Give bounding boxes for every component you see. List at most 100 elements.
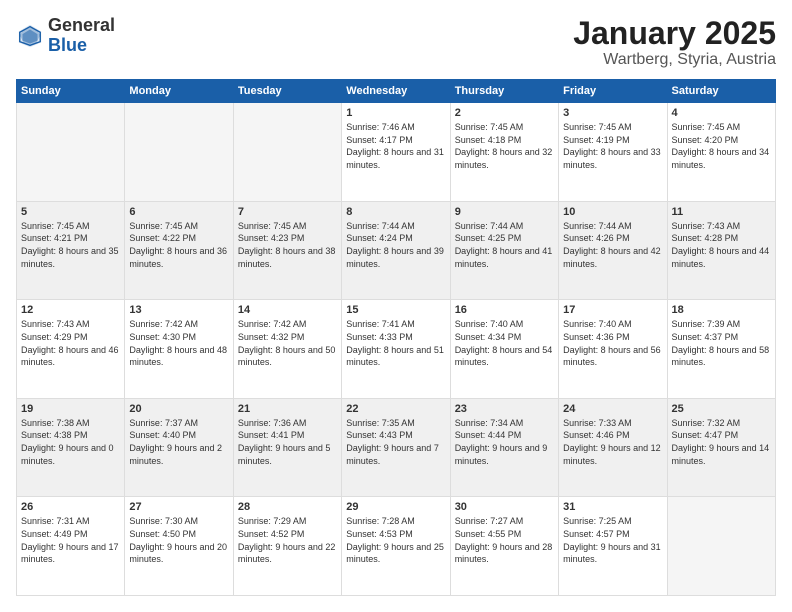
logo: General Blue: [16, 16, 115, 56]
table-row: 18 Sunrise: 7:39 AM Sunset: 4:37 PM Dayli…: [667, 300, 775, 399]
table-row: 19Sunrise: 7:38 AM Sunset: 4:38 PM Dayli…: [17, 398, 125, 497]
day-info: Sunrise: 7:27 AM Sunset: 4:55 PM Dayligh…: [455, 515, 554, 565]
day-info: Sunrise: 7:40 AM Sunset: 4:36 PM Dayligh…: [563, 318, 662, 368]
day-number: 27: [129, 501, 228, 513]
table-row: 7 Sunrise: 7:45 AM Sunset: 4:23 PM Daylig…: [233, 201, 341, 300]
table-row: 13Sunrise: 7:42 AM Sunset: 4:30 PM Dayli…: [125, 300, 233, 399]
day-info: Sunrise: 7:42 AM Sunset: 4:32 PM Dayligh…: [238, 318, 337, 368]
table-row: [17, 103, 125, 202]
header-tuesday: Tuesday: [233, 80, 341, 103]
day-info: Sunrise: 7:31 AM Sunset: 4:49 PM Dayligh…: [21, 515, 120, 565]
day-info: Sunrise: 7:44 AM Sunset: 4:24 PM Dayligh…: [346, 220, 445, 270]
day-number: 10: [563, 206, 662, 218]
header-friday: Friday: [559, 80, 667, 103]
table-row: 3Sunrise: 7:45 AM Sunset: 4:19 PM Daylig…: [559, 103, 667, 202]
day-number: 16: [455, 304, 554, 316]
table-row: 20 Sunrise: 7:37 AM Sunset: 4:40 PM Dayli…: [125, 398, 233, 497]
table-row: 14Sunrise: 7:42 AM Sunset: 4:32 PM Dayli…: [233, 300, 341, 399]
table-row: 31 Sunrise: 7:25 AM Sunset: 4:57 PM Dayli…: [559, 497, 667, 596]
table-row: 5 Sunrise: 7:45 AM Sunset: 4:21 PM Daylig…: [17, 201, 125, 300]
header-thursday: Thursday: [450, 80, 558, 103]
day-info: Sunrise: 7:25 AM Sunset: 4:57 PM Dayligh…: [563, 515, 662, 565]
day-number: 24: [563, 403, 662, 415]
day-number: 29: [346, 501, 445, 513]
table-row: [667, 497, 775, 596]
day-number: 23: [455, 403, 554, 415]
header-sunday: Sunday: [17, 80, 125, 103]
day-number: 4: [672, 107, 771, 119]
day-info: Sunrise: 7:45 AM Sunset: 4:23 PM Dayligh…: [238, 220, 337, 270]
day-number: 7: [238, 206, 337, 218]
calendar-week-row: 1 Sunrise: 7:46 AM Sunset: 4:17 PM Daylig…: [17, 103, 776, 202]
table-row: 11 Sunrise: 7:43 AM Sunset: 4:28 PM Dayli…: [667, 201, 775, 300]
day-number: 19: [21, 403, 120, 415]
day-number: 30: [455, 501, 554, 513]
table-row: 26 Sunrise: 7:31 AM Sunset: 4:49 PM Dayli…: [17, 497, 125, 596]
day-info: Sunrise: 7:37 AM Sunset: 4:40 PM Dayligh…: [129, 417, 228, 467]
logo-text: General Blue: [48, 16, 115, 56]
calendar-week-row: 5 Sunrise: 7:45 AM Sunset: 4:21 PM Daylig…: [17, 201, 776, 300]
table-row: 25Sunrise: 7:32 AM Sunset: 4:47 PM Dayli…: [667, 398, 775, 497]
table-row: 27 Sunrise: 7:30 AM Sunset: 4:50 PM Dayli…: [125, 497, 233, 596]
table-row: [233, 103, 341, 202]
logo-general: General: [48, 16, 115, 36]
day-number: 20: [129, 403, 228, 415]
header-monday: Monday: [125, 80, 233, 103]
day-info: Sunrise: 7:45 AM Sunset: 4:18 PM Dayligh…: [455, 121, 554, 171]
page: General Blue January 2025 Wartberg, Styr…: [0, 0, 792, 612]
day-info: Sunrise: 7:45 AM Sunset: 4:20 PM Dayligh…: [672, 121, 771, 171]
table-row: 30 Sunrise: 7:27 AM Sunset: 4:55 PM Dayli…: [450, 497, 558, 596]
day-info: Sunrise: 7:40 AM Sunset: 4:34 PM Dayligh…: [455, 318, 554, 368]
logo-blue: Blue: [48, 36, 115, 56]
table-row: 6Sunrise: 7:45 AM Sunset: 4:22 PM Daylig…: [125, 201, 233, 300]
day-number: 5: [21, 206, 120, 218]
header-saturday: Saturday: [667, 80, 775, 103]
day-info: Sunrise: 7:43 AM Sunset: 4:29 PM Dayligh…: [21, 318, 120, 368]
table-row: 17 Sunrise: 7:40 AM Sunset: 4:36 PM Dayli…: [559, 300, 667, 399]
day-info: Sunrise: 7:39 AM Sunset: 4:37 PM Dayligh…: [672, 318, 771, 368]
location-title: Wartberg, Styria, Austria: [573, 51, 776, 69]
day-info: Sunrise: 7:33 AM Sunset: 4:46 PM Dayligh…: [563, 417, 662, 467]
table-row: 24 Sunrise: 7:33 AM Sunset: 4:46 PM Dayli…: [559, 398, 667, 497]
calendar-header-row: Sunday Monday Tuesday Wednesday Thursday…: [17, 80, 776, 103]
day-info: Sunrise: 7:43 AM Sunset: 4:28 PM Dayligh…: [672, 220, 771, 270]
day-number: 31: [563, 501, 662, 513]
day-number: 1: [346, 107, 445, 119]
table-row: 4 Sunrise: 7:45 AM Sunset: 4:20 PM Daylig…: [667, 103, 775, 202]
logo-icon: [16, 22, 44, 50]
table-row: 12 Sunrise: 7:43 AM Sunset: 4:29 PM Dayli…: [17, 300, 125, 399]
title-block: January 2025 Wartberg, Styria, Austria: [573, 16, 776, 69]
day-info: Sunrise: 7:36 AM Sunset: 4:41 PM Dayligh…: [238, 417, 337, 467]
day-info: Sunrise: 7:30 AM Sunset: 4:50 PM Dayligh…: [129, 515, 228, 565]
day-info: Sunrise: 7:41 AM Sunset: 4:33 PM Dayligh…: [346, 318, 445, 368]
header: General Blue January 2025 Wartberg, Styr…: [16, 16, 776, 69]
day-number: 12: [21, 304, 120, 316]
day-info: Sunrise: 7:45 AM Sunset: 4:22 PM Dayligh…: [129, 220, 228, 270]
day-number: 2: [455, 107, 554, 119]
table-row: 16 Sunrise: 7:40 AM Sunset: 4:34 PM Dayli…: [450, 300, 558, 399]
table-row: 2 Sunrise: 7:45 AM Sunset: 4:18 PM Daylig…: [450, 103, 558, 202]
day-number: 8: [346, 206, 445, 218]
table-row: 28Sunrise: 7:29 AM Sunset: 4:52 PM Dayli…: [233, 497, 341, 596]
day-info: Sunrise: 7:44 AM Sunset: 4:26 PM Dayligh…: [563, 220, 662, 270]
table-row: [125, 103, 233, 202]
day-number: 13: [129, 304, 228, 316]
day-number: 18: [672, 304, 771, 316]
day-info: Sunrise: 7:45 AM Sunset: 4:21 PM Dayligh…: [21, 220, 120, 270]
header-wednesday: Wednesday: [342, 80, 450, 103]
table-row: 1 Sunrise: 7:46 AM Sunset: 4:17 PM Daylig…: [342, 103, 450, 202]
day-info: Sunrise: 7:46 AM Sunset: 4:17 PM Dayligh…: [346, 121, 445, 171]
day-number: 21: [238, 403, 337, 415]
table-row: 9 Sunrise: 7:44 AM Sunset: 4:25 PM Daylig…: [450, 201, 558, 300]
day-number: 26: [21, 501, 120, 513]
day-number: 28: [238, 501, 337, 513]
day-number: 15: [346, 304, 445, 316]
day-info: Sunrise: 7:28 AM Sunset: 4:53 PM Dayligh…: [346, 515, 445, 565]
day-number: 25: [672, 403, 771, 415]
day-number: 17: [563, 304, 662, 316]
table-row: 10 Sunrise: 7:44 AM Sunset: 4:26 PM Dayli…: [559, 201, 667, 300]
day-number: 9: [455, 206, 554, 218]
day-number: 11: [672, 206, 771, 218]
calendar-week-row: 26 Sunrise: 7:31 AM Sunset: 4:49 PM Dayli…: [17, 497, 776, 596]
day-info: Sunrise: 7:44 AM Sunset: 4:25 PM Dayligh…: [455, 220, 554, 270]
